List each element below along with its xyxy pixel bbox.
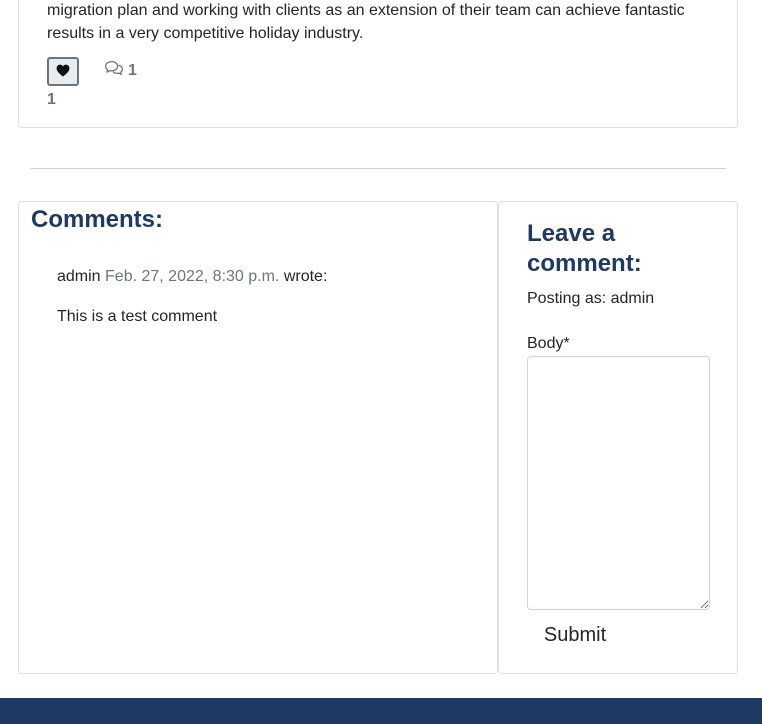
footer-bar xyxy=(0,698,762,724)
like-count: 1 xyxy=(47,91,56,108)
leave-comment-heading: Leave a comment: xyxy=(527,220,642,277)
body-field-label: Body* xyxy=(527,335,570,353)
leave-comment-panel: Leave a comment: Posting as: admin Body*… xyxy=(498,201,738,674)
comment-count-link[interactable]: 1 xyxy=(104,60,137,81)
like-button[interactable] xyxy=(47,57,79,86)
comment-date: Feb. 27, 2022, 8:30 p.m. xyxy=(105,268,280,285)
body-label-text: Body xyxy=(527,335,564,352)
heart-icon xyxy=(56,64,70,80)
comment-body-textarea[interactable] xyxy=(527,356,710,610)
comment-body: This is a test comment xyxy=(57,308,218,325)
comments-heading: Comments: xyxy=(31,206,164,233)
comment-author: admin xyxy=(57,268,101,285)
comments-panel: Comments: admin Feb. 27, 2022, 8:30 p.m.… xyxy=(18,201,498,674)
posting-as-label: Posting as: admin xyxy=(527,290,655,307)
comment-meta: admin Feb. 27, 2022, 8:30 p.m. wrote: xyxy=(57,268,327,286)
required-marker: * xyxy=(563,335,570,352)
post-excerpt: migration plan and working with clients … xyxy=(47,2,685,42)
comment-count: 1 xyxy=(128,61,137,79)
comment-wrote-label: wrote: xyxy=(283,268,328,285)
comments-icon xyxy=(104,60,124,81)
post-card: migration plan and working with clients … xyxy=(18,0,738,128)
submit-button[interactable]: Submit xyxy=(535,620,615,650)
section-divider xyxy=(30,168,726,169)
